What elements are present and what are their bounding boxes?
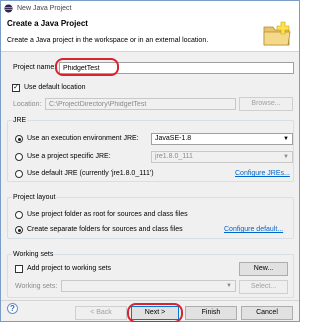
use-default-location-checkbox[interactable]: ✓ (12, 84, 20, 92)
help-icon[interactable]: ? (7, 303, 18, 314)
next-button-highlight (127, 303, 183, 322)
configure-jres-link[interactable]: Configure JREs... (235, 170, 290, 177)
project-specific-jre-select[interactable]: jre1.8.0_111 ▼ (151, 151, 293, 163)
working-sets-label: Working sets: (15, 283, 58, 290)
title-bar: New Java Project (1, 1, 299, 15)
layout-root-folder-label: Use project folder as root for sources a… (27, 211, 188, 218)
select-working-sets-button[interactable]: Select... (239, 280, 288, 294)
new-working-set-button[interactable]: New... (239, 262, 288, 276)
finish-button[interactable]: Finish (185, 306, 237, 320)
window-title: New Java Project (17, 4, 72, 12)
jre-execution-environment-radio[interactable] (15, 135, 23, 143)
jre-project-specific-radio[interactable] (15, 153, 23, 161)
location-input[interactable] (45, 98, 236, 110)
java-project-folder-icon (263, 21, 291, 46)
execution-environment-value: JavaSE-1.8 (155, 135, 192, 142)
jre-project-specific-label: Use a project specific JRE: (27, 153, 111, 160)
working-sets-select[interactable]: ▼ (61, 280, 236, 292)
execution-environment-select[interactable]: JavaSE-1.8 ▼ (151, 133, 293, 145)
project-name-label: Project name: (13, 64, 57, 71)
jre-execution-environment-label: Use an execution environment JRE: (27, 135, 139, 142)
cancel-button[interactable]: Cancel (241, 306, 293, 320)
project-layout-group-label: Project layout (12, 194, 57, 201)
eclipse-app-icon (4, 3, 13, 13)
location-label: Location: (13, 101, 42, 108)
footer-divider (1, 300, 299, 301)
jre-default-label: Use default JRE (currently 'jre1.8.0_111… (27, 170, 154, 177)
jre-default-radio[interactable] (15, 170, 23, 178)
configure-default-link[interactable]: Configure default... (224, 226, 283, 233)
layout-root-folder-radio[interactable] (15, 211, 23, 219)
chevron-down-icon: ▼ (283, 136, 289, 142)
wizard-banner: Create a Java Project Create a Java proj… (1, 15, 299, 52)
wizard-description: Create a Java project in the workspace o… (7, 37, 209, 44)
project-specific-jre-value: jre1.8.0_111 (155, 153, 193, 160)
add-to-working-sets-checkbox[interactable] (15, 265, 23, 273)
working-sets-group-label: Working sets (12, 251, 55, 258)
wizard-heading: Create a Java Project (7, 19, 88, 28)
layout-separate-folders-label: Create separate folders for sources and … (27, 226, 183, 233)
browse-button[interactable]: Browse... (239, 97, 293, 111)
project-name-highlight (55, 58, 119, 76)
chevron-down-icon: ▼ (283, 154, 289, 160)
back-button[interactable]: < Back (75, 306, 127, 320)
chevron-down-icon: ▼ (226, 283, 232, 289)
layout-separate-folders-radio[interactable] (15, 226, 23, 234)
add-to-working-sets-label: Add project to working sets (27, 265, 112, 272)
jre-group-label: JRE (12, 117, 28, 124)
new-java-project-dialog: New Java Project Create a Java Project C… (0, 0, 300, 322)
use-default-location-label: Use default location (24, 84, 86, 91)
